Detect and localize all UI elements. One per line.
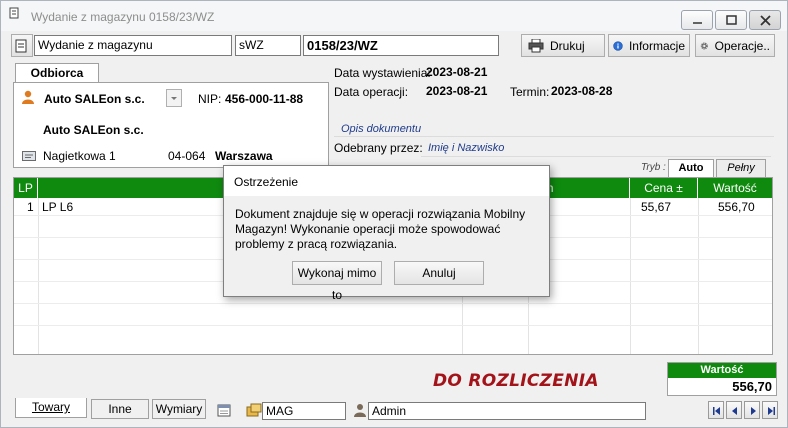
dialog-message: Dokument znajduje się w operacji rozwiąz… (235, 207, 526, 251)
toolbar: Wydanie z magazynu sWZ 0158/23/WZ Drukuj… (11, 34, 781, 58)
info-icon (613, 40, 623, 51)
mode-label: Tryb : (641, 162, 666, 173)
next-record-button[interactable] (744, 401, 760, 419)
deadline[interactable]: 2023-08-28 (551, 84, 612, 98)
tab-mode-full[interactable]: Pełny (716, 159, 766, 177)
close-button[interactable] (749, 10, 781, 30)
calendar-icon[interactable] (217, 403, 231, 417)
tab-towary[interactable]: Towary (15, 398, 87, 418)
chevron-down-icon (171, 97, 177, 100)
dialog-title: Ostrzeżenie (234, 175, 299, 189)
received-by-field[interactable]: Imię i Nazwisko (421, 137, 771, 157)
first-record-button[interactable] (708, 401, 724, 419)
nip-value: 456-000-11-88 (225, 92, 304, 106)
city: Warszawa (215, 149, 273, 163)
print-button[interactable]: Drukuj (521, 34, 605, 57)
received-by-label: Odebrany przez: (334, 141, 423, 155)
odbiorca-panel: Auto SALEon s.c. NIP: 456-000-11-88 Auto… (13, 82, 329, 168)
total-box: Wartość 556,70 (667, 362, 777, 396)
main-window: Wydanie z magazynu 0158/23/WZ Wydanie z … (0, 0, 788, 428)
user-icon (354, 404, 366, 417)
maximize-icon (726, 15, 737, 25)
address-card-icon (22, 151, 36, 161)
warehouse-icon (246, 403, 262, 417)
issue-date-label: Data wystawienia: (334, 66, 431, 80)
street: Nagietkowa 1 (43, 149, 116, 163)
warning-dialog: Ostrzeżenie Dokument znajduje się w oper… (223, 165, 550, 302)
person-icon (22, 90, 34, 104)
next-icon (751, 407, 756, 415)
user-field[interactable]: Admin (368, 402, 646, 420)
document-type-button[interactable] (11, 34, 33, 57)
grid-rowline (14, 303, 772, 304)
dialog-title-bar: Ostrzeżenie (224, 166, 549, 196)
grid-divider (38, 198, 39, 354)
postal-code: 04-064 (168, 149, 206, 163)
row-price: 55,67 (641, 200, 672, 214)
document-number-field[interactable]: 0158/23/WZ (303, 35, 499, 56)
tab-wymiary[interactable]: Wymiary (152, 399, 206, 419)
row-value: 556,70 (718, 200, 755, 214)
cancel-button[interactable]: Anuluj (394, 261, 484, 285)
print-label: Drukuj (550, 38, 585, 53)
operations-button[interactable]: Operacje.. (695, 34, 775, 57)
confirm-anyway-button[interactable]: Wykonaj mimo to (292, 261, 382, 302)
nip-label: NIP: (198, 92, 222, 106)
maximize-button[interactable] (715, 10, 747, 30)
first-icon (713, 407, 720, 415)
description-placeholder: Opis dokumentu (341, 123, 422, 135)
tab-towary-label: Towary (31, 400, 70, 414)
tab-mode-auto[interactable]: Auto (668, 159, 714, 177)
operation-date[interactable]: 2023-08-21 (426, 84, 487, 98)
gear-icon (700, 41, 708, 50)
col-lp[interactable]: LP (14, 178, 38, 198)
customer-name-secondary: Auto SALEon s.c. (43, 123, 144, 137)
warehouse-field[interactable]: MAG (262, 402, 346, 420)
customer-name[interactable]: Auto SALEon s.c. (44, 92, 145, 106)
grid-divider (698, 198, 699, 354)
grid-rowline (14, 325, 772, 326)
series-field[interactable]: sWZ (235, 35, 301, 56)
customer-dropdown-button[interactable] (166, 89, 182, 107)
grid-divider (630, 198, 631, 354)
tab-odbiorca[interactable]: Odbiorca (15, 63, 99, 83)
received-by-placeholder: Imię i Nazwisko (428, 142, 505, 154)
document-type-field[interactable]: Wydanie z magazynu (34, 35, 232, 56)
title-bar: Wydanie z magazynu 0158/23/WZ (1, 1, 787, 31)
previous-icon (732, 407, 737, 415)
info-label: Informacje (628, 38, 685, 53)
document-icon (15, 39, 27, 52)
issue-date[interactable]: 2023-08-21 (426, 65, 487, 79)
total-label: Wartość (668, 363, 776, 378)
tab-inne[interactable]: Inne (91, 399, 149, 419)
deadline-label: Termin: (510, 85, 550, 99)
description-field[interactable]: Opis dokumentu (334, 117, 774, 137)
total-value: 556,70 (732, 379, 772, 394)
row-lp: 1 (27, 200, 34, 214)
status-text: DO ROZLICZENIA (433, 371, 599, 391)
minimize-icon (693, 22, 702, 24)
close-icon (760, 15, 771, 26)
operation-date-label: Data operacji: (334, 85, 409, 99)
col-value[interactable]: Wartość (698, 178, 772, 198)
minimize-button[interactable] (681, 10, 713, 30)
document-icon (9, 7, 19, 19)
row-name: LP L6 (42, 200, 74, 214)
last-icon (768, 407, 775, 415)
last-record-button[interactable] (762, 401, 778, 419)
printer-icon (528, 38, 544, 52)
col-price[interactable]: Cena ± (630, 178, 698, 198)
operations-label: Operacje.. (714, 38, 770, 53)
previous-record-button[interactable] (726, 401, 742, 419)
window-title: Wydanie z magazynu 0158/23/WZ (31, 10, 215, 24)
info-button[interactable]: Informacje (608, 34, 690, 57)
